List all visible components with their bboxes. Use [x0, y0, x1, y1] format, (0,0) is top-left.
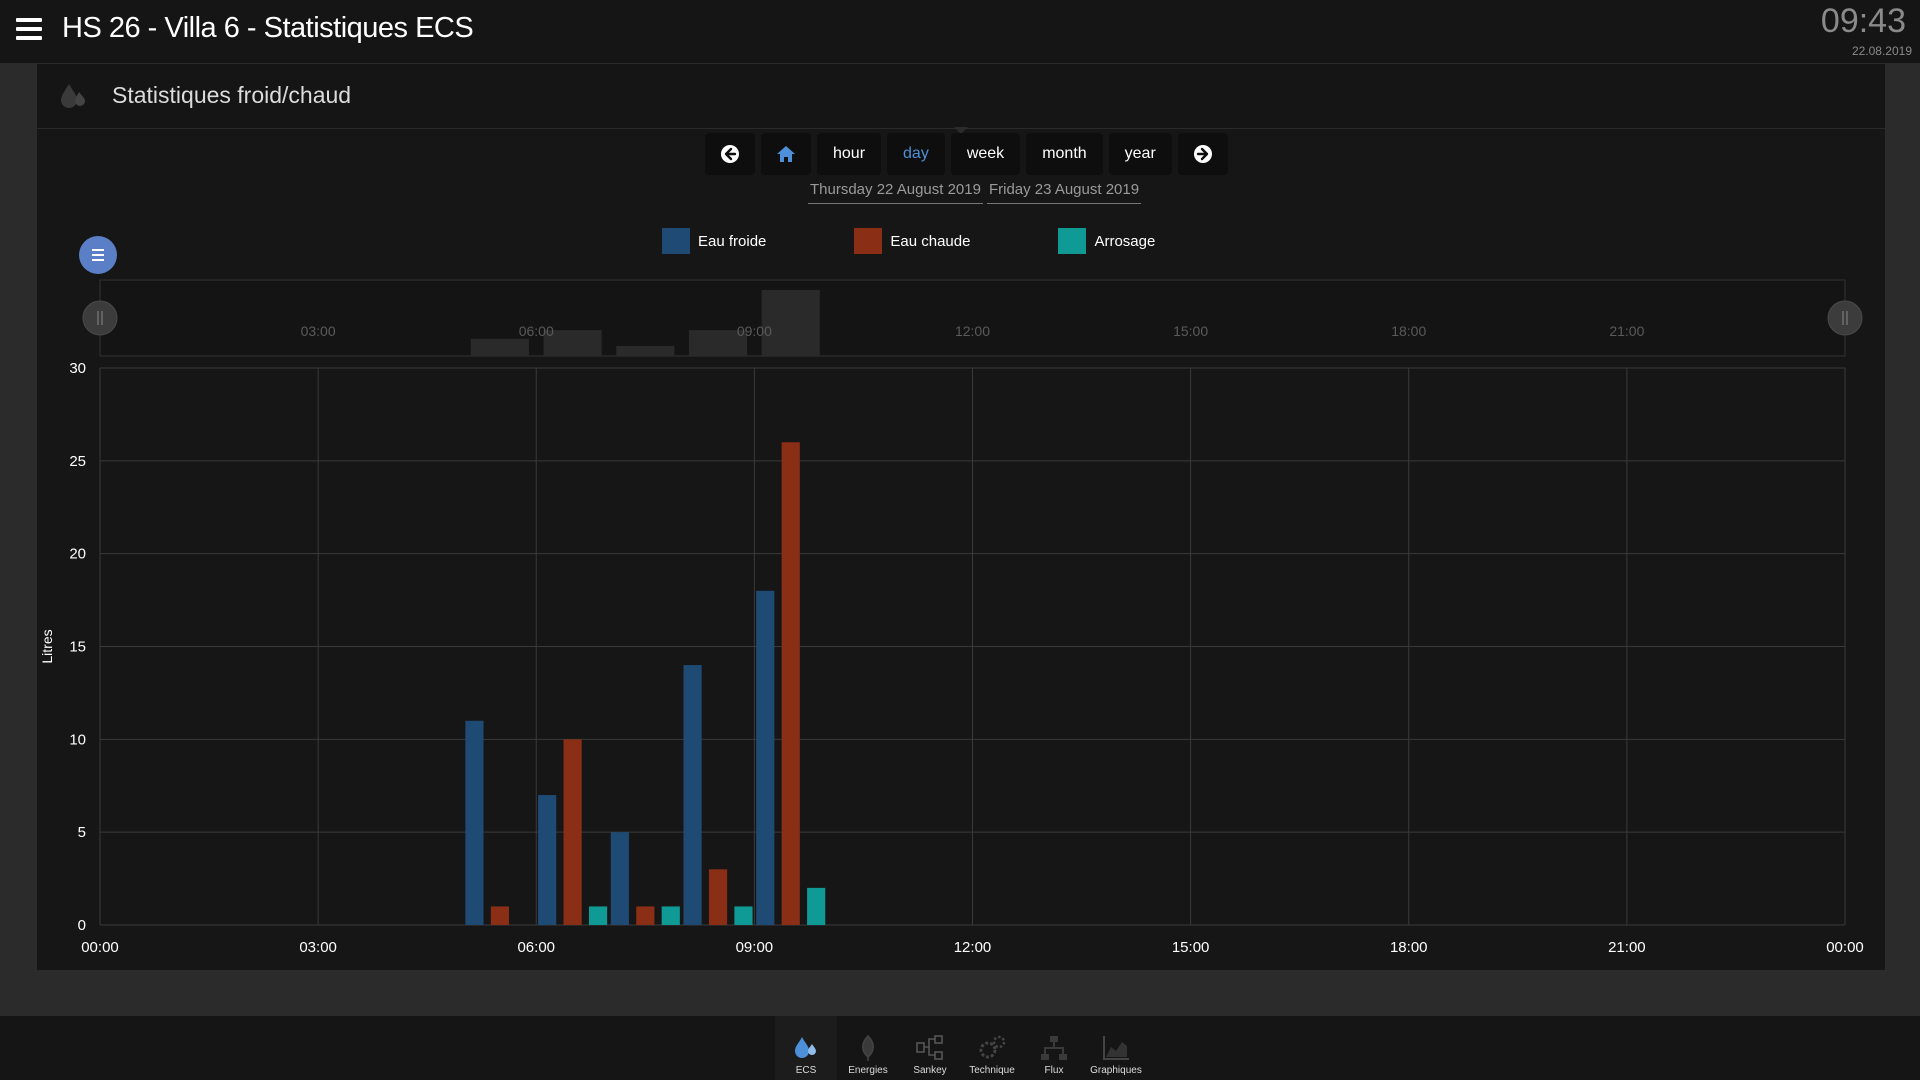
network-icon [1041, 1036, 1067, 1060]
bar [734, 906, 753, 925]
x-tick-label: 21:00 [1608, 939, 1646, 956]
bar-chart: 0 5 10 15 20 25 30 00:00 03:00 06:00 09:00 12:00 15:… [39, 279, 1864, 956]
navigator-tick-label: 06:00 [519, 323, 554, 339]
navigator-tick-label: 12:00 [955, 323, 990, 339]
navigator-tick-label: 03:00 [301, 323, 336, 339]
tab-label: ECS [795, 1065, 817, 1076]
tab-energies[interactable]: Energies [837, 1016, 899, 1080]
tab-label: Energies [848, 1065, 888, 1076]
y-tick-label: 15 [69, 639, 86, 656]
navigator-tick-label: 18:00 [1391, 323, 1426, 339]
x-tick-label: 12:00 [954, 939, 992, 956]
gears-icon [979, 1035, 1006, 1059]
tab-flux[interactable]: Flux [1023, 1016, 1085, 1080]
bar [661, 906, 680, 925]
tab-technique[interactable]: Technique [961, 1016, 1023, 1080]
navigator-handle-right[interactable] [1827, 300, 1863, 336]
y-axis-label: Litres [39, 629, 55, 663]
bar [756, 590, 775, 925]
bar [563, 739, 582, 925]
water-drop-icon [795, 1037, 816, 1058]
y-tick-label: 25 [69, 453, 86, 470]
leaf-icon [862, 1034, 874, 1061]
sankey-icon [916, 1035, 943, 1060]
x-tick-label: 03:00 [299, 939, 337, 956]
x-tick-label: 18:00 [1390, 939, 1428, 956]
x-tick-label: 06:00 [517, 939, 555, 956]
tab-sankey[interactable]: Sankey [899, 1016, 961, 1080]
bar [807, 887, 826, 925]
tab-label: Technique [969, 1065, 1015, 1076]
navigator-tick-label: 09:00 [737, 323, 772, 339]
tab-label: Sankey [913, 1065, 947, 1076]
navigator-tick-label: 21:00 [1609, 323, 1644, 339]
bar [636, 906, 655, 925]
x-tick-label: 15:00 [1172, 939, 1210, 956]
tab-label: Graphiques [1090, 1065, 1142, 1076]
y-tick-label: 5 [78, 824, 86, 841]
x-tick-label: 00:00 [81, 939, 119, 956]
tab-label: Flux [1044, 1065, 1064, 1076]
y-tick-label: 20 [69, 546, 86, 563]
bar [683, 665, 702, 925]
y-tick-label: 0 [78, 917, 86, 934]
y-tick-label: 10 [69, 731, 86, 748]
bottom-tab-bar: ECS Energies Sankey Technique Flux Graph… [0, 1016, 1920, 1080]
bar [588, 906, 608, 925]
bar [781, 442, 800, 925]
navigator-bar [616, 345, 675, 356]
tab-ecs[interactable]: ECS [775, 1016, 837, 1080]
y-tick-label: 30 [69, 360, 86, 377]
navigator-tick-label: 15:00 [1173, 323, 1208, 339]
bar [610, 832, 629, 925]
navigator-frame [99, 279, 1846, 357]
bar [708, 869, 728, 925]
navigator-bar [470, 338, 529, 356]
bar [465, 720, 484, 925]
x-tick-label: 09:00 [736, 939, 774, 956]
area-chart-icon [1103, 1036, 1129, 1060]
navigator-handle-left[interactable] [82, 300, 118, 336]
tab-graphiques[interactable]: Graphiques [1085, 1016, 1147, 1080]
bar [538, 795, 557, 925]
bar [490, 906, 509, 925]
x-tick-label: 00:00 [1826, 939, 1864, 956]
